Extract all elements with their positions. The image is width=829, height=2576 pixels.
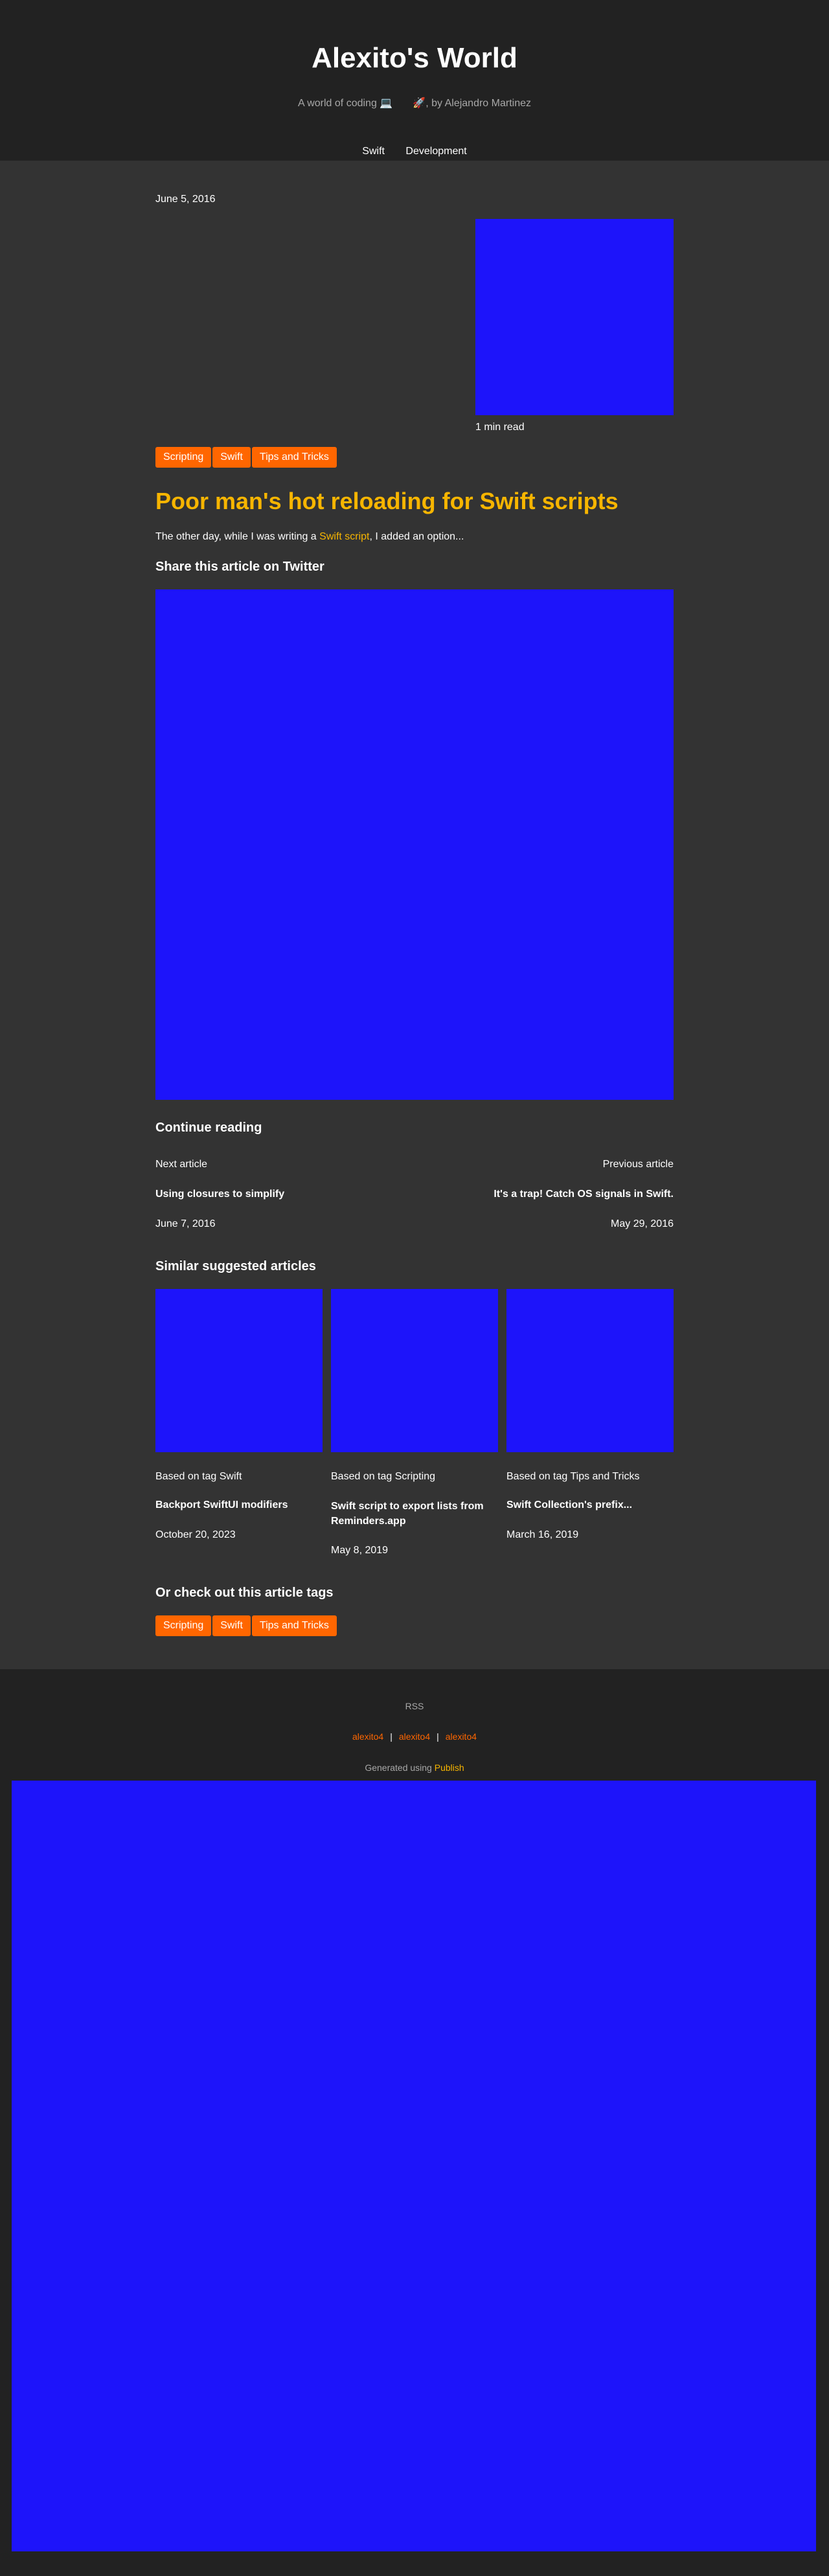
rocket-icon: 🚀 [413,98,426,109]
similar-article-title: Swift script to export lists from Remind… [331,1501,484,1527]
article-tags: Scripting Swift Tips and Tricks [155,1615,338,1636]
tag-swift[interactable]: Swift [212,1615,251,1636]
social-link-twitter[interactable]: alexito4 [352,1731,383,1742]
post-header-image [475,219,674,415]
tagline-prefix: A world of coding [297,98,380,109]
site-tagline: A world of coding 💻 🚀, by Alejandro Mart… [0,97,829,110]
post-excerpt: The other day, while I was writing a Swi… [155,530,674,543]
read-time: 1 min read [475,422,525,433]
separator: | [390,1731,392,1742]
separator: | [437,1731,439,1742]
previous-article-label: Previous article [602,1159,674,1170]
social-links: alexito4 | alexito4 | alexito4 [0,1731,829,1742]
tag-tips-and-tricks[interactable]: Tips and Tricks [251,1615,337,1636]
rss-line: RSS [0,1700,829,1712]
similar-article-title: Backport SwiftUI modifiers [155,1499,288,1510]
social-link-github[interactable]: alexito4 [399,1731,430,1742]
share-heading: Share this article on Twitter [155,560,324,574]
nav-item-swift[interactable]: Swift [362,146,385,157]
nav-item-development[interactable]: Development [405,146,466,157]
next-article-label: Next article [155,1159,208,1170]
next-article-date: June 7, 2016 [155,1218,216,1229]
generated-by: Generated using Publish [0,1762,829,1773]
previous-article-title: It's a trap! Catch OS signals in Swift. [494,1189,674,1200]
tag-scripting[interactable]: Scripting [155,1615,212,1636]
post-date: June 5, 2016 [155,194,216,205]
main-nav: Swift Development [0,145,829,158]
similar-article-title: Swift Collection's prefix... [506,1499,633,1510]
similar-articles-heading: Similar suggested articles [155,1259,316,1273]
similar-article-date: March 16, 2019 [506,1529,579,1540]
laptop-icon: 💻 [380,98,393,109]
social-link-other[interactable]: alexito4 [446,1731,477,1742]
twitter-embed[interactable] [155,589,674,1100]
publish-link[interactable]: Publish [435,1762,464,1773]
tagline-suffix: , by Alejandro Martinez [426,98,531,109]
post-tags: Scripting Swift Tips and Tricks [155,447,338,468]
excerpt-text-before: The other day, while I was writing a [155,531,320,542]
swift-script-link[interactable]: Swift script [319,531,369,542]
generated-prefix: Generated using [365,1762,435,1773]
post-title: Poor man's hot reloading for Swift scrip… [155,488,619,514]
similar-article-date: October 20, 2023 [155,1529,236,1540]
rss-link[interactable]: RSS [405,1701,424,1711]
next-article-title: Using closures to simplify [155,1189,285,1200]
tag-tips-and-tricks[interactable]: Tips and Tricks [251,447,337,468]
site-header: Alexito's World A world of coding 💻 🚀, b… [0,0,829,161]
similar-article-image [506,1289,674,1452]
previous-article-date: May 29, 2016 [611,1218,674,1229]
article-tags-heading: Or check out this article tags [155,1586,334,1600]
excerpt-text-after: , I added an option... [369,531,464,542]
similar-article-basis: Based on tag Scripting [331,1471,435,1482]
site-title[interactable]: Alexito's World [0,40,829,76]
similar-article-basis: Based on tag Tips and Tricks [506,1471,640,1482]
continue-reading-heading: Continue reading [155,1121,262,1135]
similar-article-image [331,1289,498,1452]
similar-article-image [155,1289,323,1452]
similar-article-basis: Based on tag Swift [155,1471,242,1482]
similar-article-date: May 8, 2019 [331,1545,389,1556]
tag-swift[interactable]: Swift [212,447,251,468]
site-footer: RSS alexito4 | alexito4 | alexito4 Generated… [0,1669,829,2576]
footer-embed [12,1781,816,2551]
tag-scripting[interactable]: Scripting [155,447,212,468]
